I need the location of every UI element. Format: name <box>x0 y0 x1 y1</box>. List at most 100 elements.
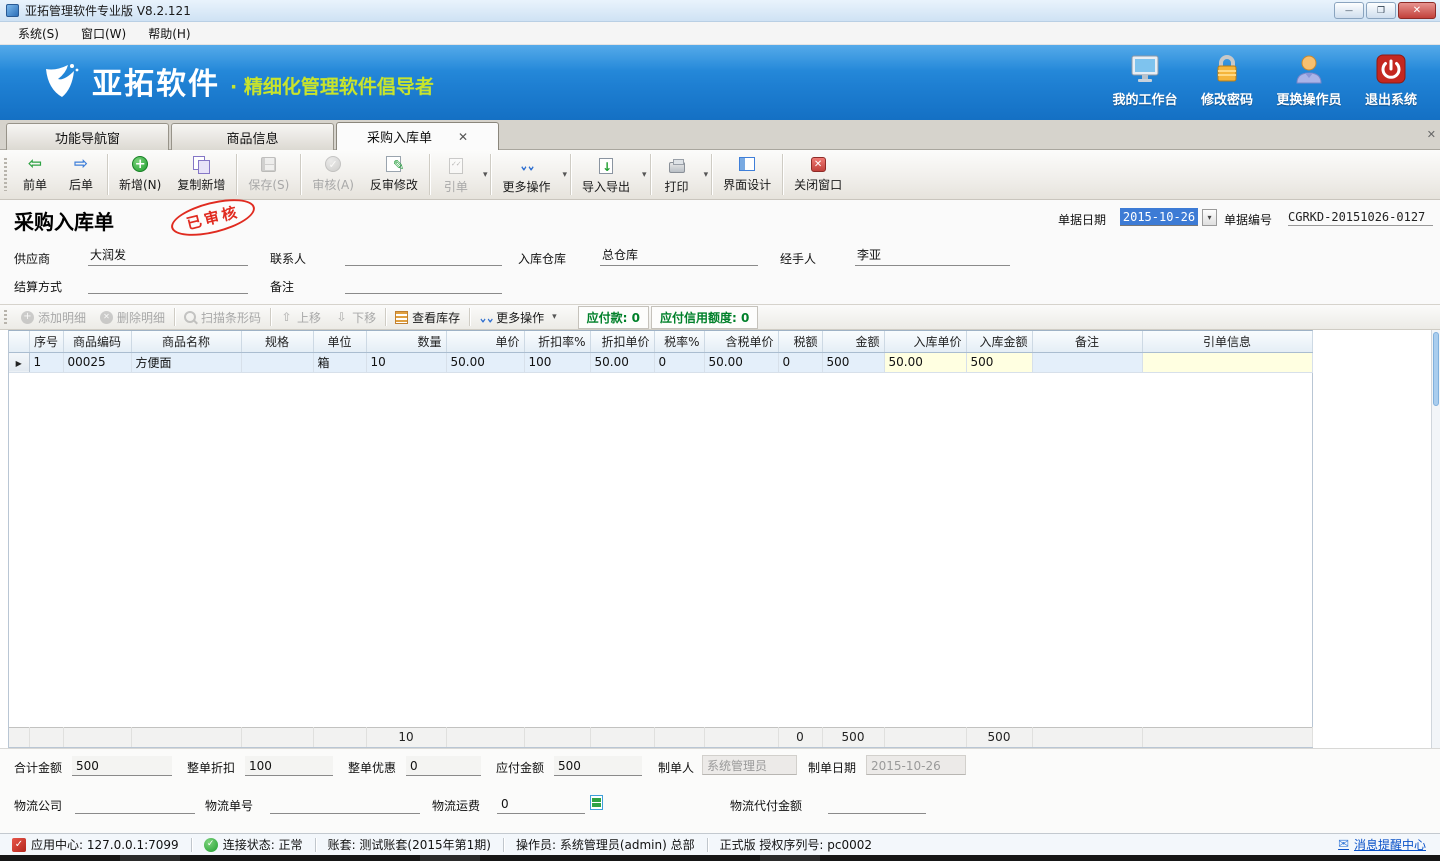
restore-button[interactable] <box>1366 2 1396 19</box>
warehouse-field[interactable]: 总仓库 <box>600 246 758 266</box>
tab-product-info[interactable]: 商品信息 <box>171 123 334 150</box>
col-header[interactable]: 引单信息 <box>1142 331 1312 352</box>
totals-cell: 500 <box>822 727 884 747</box>
cell[interactable] <box>241 352 313 372</box>
logistics-prepaid-field[interactable] <box>828 794 926 814</box>
view-stock-button[interactable]: 查看库存 <box>388 307 467 328</box>
menu-window[interactable]: 窗口(W) <box>71 22 136 45</box>
next-doc-button[interactable]: 后单 <box>58 150 104 199</box>
save-button: 保存(S) <box>240 150 297 199</box>
dropdown-caret-icon[interactable] <box>483 170 488 180</box>
totals-cell: 0 <box>778 727 822 747</box>
freight-detail-list-icon[interactable] <box>590 795 603 810</box>
cell[interactable]: 00025 <box>63 352 131 372</box>
total-amount-field[interactable]: 500 <box>72 756 172 776</box>
col-header[interactable]: 单价 <box>446 331 524 352</box>
more-actions-icon <box>519 163 533 169</box>
copy-new-button[interactable]: 复制新增 <box>169 150 233 199</box>
handler-field[interactable]: 李亚 <box>855 246 1010 266</box>
cell[interactable]: 500 <box>966 352 1032 372</box>
exit-system-label: 退出系统 <box>1365 89 1417 108</box>
col-header[interactable]: 序号 <box>29 331 63 352</box>
reference-doc-button[interactable]: 引单 <box>433 152 479 198</box>
change-password-button[interactable]: 修改密码 <box>1186 53 1268 115</box>
col-header[interactable]: 商品编码 <box>63 331 131 352</box>
close-window-button[interactable]: 关闭窗口 <box>786 150 850 199</box>
workbench-button[interactable]: 我的工作台 <box>1104 53 1186 115</box>
cell[interactable]: 50.00 <box>884 352 966 372</box>
dropdown-caret-icon[interactable] <box>562 170 567 180</box>
cell[interactable]: 50.00 <box>446 352 524 372</box>
cell[interactable]: 100 <box>524 352 590 372</box>
cell[interactable]: 1 <box>29 352 63 372</box>
cell[interactable] <box>1032 352 1142 372</box>
print-button[interactable]: 打印 <box>654 152 700 198</box>
logistics-company-field[interactable] <box>75 794 195 814</box>
col-header[interactable]: 折扣率% <box>524 331 590 352</box>
tab-label: 功能导航窗 <box>55 128 120 147</box>
doc-date-dropdown-icon[interactable] <box>1202 209 1217 226</box>
supplier-field[interactable]: 大润发 <box>88 246 248 266</box>
tab-function-nav[interactable]: 功能导航窗 <box>6 123 169 150</box>
totals-cell <box>590 727 654 747</box>
cell[interactable]: 50.00 <box>590 352 654 372</box>
settlement-field[interactable] <box>88 274 248 294</box>
col-header[interactable]: 入库单价 <box>884 331 966 352</box>
import-export-button[interactable]: 导入导出 <box>574 152 638 198</box>
next-doc-arrow-icon <box>72 155 90 173</box>
col-header[interactable]: 商品名称 <box>131 331 241 352</box>
col-header[interactable]: 税额 <box>778 331 822 352</box>
col-header[interactable]: 数量 <box>366 331 446 352</box>
menu-help[interactable]: 帮助(H) <box>138 22 200 45</box>
ui-design-button[interactable]: 界面设计 <box>715 150 779 199</box>
cell[interactable]: 500 <box>822 352 884 372</box>
col-header[interactable]: 单位 <box>313 331 366 352</box>
doc-discount-label: 整单折扣 <box>187 758 235 778</box>
col-header[interactable]: 金额 <box>822 331 884 352</box>
cell[interactable]: 0 <box>654 352 704 372</box>
dropdown-caret-icon[interactable] <box>642 170 647 180</box>
col-header[interactable]: 入库金额 <box>966 331 1032 352</box>
doc-no-field[interactable]: CGRKD-20151026-0127 <box>1288 208 1433 226</box>
switch-operator-button[interactable]: 更换操作员 <box>1268 53 1350 115</box>
move-up-icon <box>280 311 293 324</box>
cell[interactable]: 0 <box>778 352 822 372</box>
exit-system-button[interactable]: 退出系统 <box>1350 53 1432 115</box>
prev-doc-arrow-icon <box>26 155 44 173</box>
prev-doc-button[interactable]: 前单 <box>12 150 58 199</box>
col-header[interactable]: 税率% <box>654 331 704 352</box>
dropdown-caret-icon[interactable] <box>704 170 709 180</box>
doc-rebate-field[interactable]: 0 <box>406 756 481 776</box>
add-new-button[interactable]: 新增(N) <box>111 150 169 199</box>
cell[interactable]: 50.00 <box>704 352 778 372</box>
unapprove-edit-button[interactable]: 反审修改 <box>362 150 426 199</box>
close-button[interactable] <box>1398 2 1436 19</box>
tab-purchase-receipt[interactable]: 采购入库单 <box>336 122 499 150</box>
add-new-icon <box>132 156 148 172</box>
cell[interactable]: 方便面 <box>131 352 241 372</box>
minimize-button[interactable] <box>1334 2 1364 19</box>
scrollbar-thumb[interactable] <box>1433 332 1439 406</box>
grid-vertical-scrollbar[interactable] <box>1431 330 1440 748</box>
doc-discount-field[interactable]: 100 <box>245 756 333 776</box>
ui-design-icon <box>739 157 755 171</box>
more-actions-button[interactable]: 更多操作 <box>494 152 558 198</box>
col-header[interactable]: 折扣单价 <box>590 331 654 352</box>
tab-close-icon[interactable] <box>458 130 468 144</box>
col-header[interactable]: 规格 <box>241 331 313 352</box>
doc-date-field[interactable]: 2015-10-26 <box>1120 208 1198 226</box>
col-header[interactable]: 备注 <box>1032 331 1142 352</box>
cell[interactable]: 10 <box>366 352 446 372</box>
contact-field[interactable] <box>345 246 502 266</box>
cell[interactable]: 箱 <box>313 352 366 372</box>
detail-more-actions-button[interactable]: 更多操作 <box>472 307 564 328</box>
col-header[interactable]: 含税单价 <box>704 331 778 352</box>
message-center-link[interactable]: 消息提醒中心 <box>1338 836 1440 853</box>
freight-field[interactable]: 0 <box>497 794 585 814</box>
tabbar-close-icon[interactable] <box>1427 128 1436 141</box>
cell[interactable] <box>1142 352 1312 372</box>
logistics-no-field[interactable] <box>270 794 420 814</box>
payable-amount-field[interactable]: 500 <box>554 756 642 776</box>
remark-field[interactable] <box>345 274 502 294</box>
menu-system[interactable]: 系统(S) <box>8 22 69 45</box>
